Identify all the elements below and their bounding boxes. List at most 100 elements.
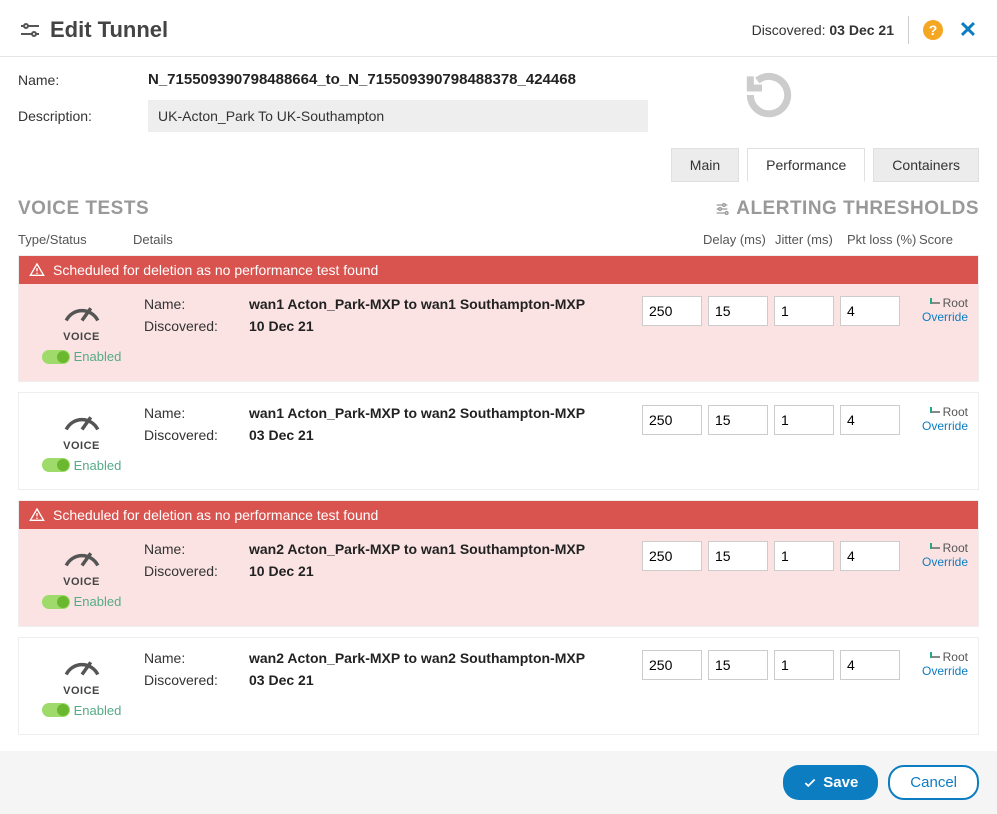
jitter-input[interactable] xyxy=(708,405,768,435)
col-score: Score xyxy=(919,232,979,247)
root-override: RootOverride xyxy=(910,405,968,433)
score-input[interactable] xyxy=(840,405,900,435)
vertical-divider xyxy=(908,16,909,44)
enabled-toggle[interactable]: Enabled xyxy=(42,703,122,718)
tunnel-settings-icon xyxy=(18,18,42,42)
score-input[interactable] xyxy=(840,541,900,571)
warning-banner: Scheduled for deletion as no performance… xyxy=(19,501,978,529)
test-name-label: Name: xyxy=(144,405,249,421)
sliders-icon xyxy=(714,201,730,217)
help-icon[interactable]: ? xyxy=(923,20,943,40)
voice-label: VOICE xyxy=(29,331,134,343)
description-input[interactable] xyxy=(148,100,648,132)
test-details: Name:wan2 Acton_Park-MXP to wan1 Southam… xyxy=(134,541,642,585)
pktloss-input[interactable] xyxy=(774,541,834,571)
delay-input[interactable] xyxy=(642,405,702,435)
override-link[interactable]: Override xyxy=(910,664,968,678)
delay-input[interactable] xyxy=(642,296,702,326)
warning-icon xyxy=(29,507,45,523)
test-block: VOICE Enabled Name:wan1 Acton_Park-MXP to … xyxy=(18,392,979,491)
alerting-title: ALERTING THRESHOLDS xyxy=(736,198,979,220)
pktloss-input[interactable] xyxy=(774,650,834,680)
undo-icon[interactable] xyxy=(741,67,797,123)
gauge-icon xyxy=(61,296,103,324)
voice-label: VOICE xyxy=(29,440,134,452)
test-discovered-value: 10 Dec 21 xyxy=(249,318,314,334)
root-icon xyxy=(930,298,940,308)
name-row: Name: N_715509390798488664_to_N_71550939… xyxy=(18,71,979,88)
name-value: N_715509390798488664_to_N_71550939079848… xyxy=(148,71,576,88)
enabled-toggle[interactable]: Enabled xyxy=(42,458,122,473)
enabled-label: Enabled xyxy=(74,458,122,473)
test-block: VOICEEnabledName:wan2 Acton_Park-MXP to … xyxy=(18,637,979,736)
tab-main[interactable]: Main xyxy=(671,148,739,182)
test-discovered-value: 03 Dec 21 xyxy=(249,672,314,688)
header-right: Discovered: 03 Dec 21 ? ✕ xyxy=(752,16,979,44)
test-thresholds: RootOverride xyxy=(642,296,968,326)
voice-tests-title: VOICE TESTS xyxy=(18,198,149,220)
test-type: VOICE Enabled xyxy=(29,405,134,478)
override-link[interactable]: Override xyxy=(910,310,968,324)
tab-containers[interactable]: Containers xyxy=(873,148,979,182)
root-label: Root xyxy=(910,650,968,664)
dialog-header: Edit Tunnel Discovered: 03 Dec 21 ? ✕ xyxy=(0,0,997,57)
test-block: Scheduled for deletion as no performance… xyxy=(18,500,979,627)
pktloss-input[interactable] xyxy=(774,405,834,435)
test-discovered-label: Discovered: xyxy=(144,427,249,443)
warning-icon xyxy=(29,262,45,278)
check-icon xyxy=(803,776,817,790)
test-body: VOICEEnabledName:wan2 Acton_Park-MXP to … xyxy=(19,638,978,735)
description-label: Description: xyxy=(18,108,148,124)
alerting-header: ALERTING THRESHOLDS xyxy=(714,198,979,220)
root-override: RootOverride xyxy=(910,650,968,678)
jitter-input[interactable] xyxy=(708,650,768,680)
tests-header: VOICE TESTS ALERTING THRESHOLDS xyxy=(0,182,997,226)
test-type: VOICE Enabled xyxy=(29,541,134,614)
test-discovered-value: 03 Dec 21 xyxy=(249,427,314,443)
close-icon[interactable]: ✕ xyxy=(957,19,979,41)
test-name-value: wan1 Acton_Park-MXP to wan2 Southampton-… xyxy=(249,405,585,421)
discovered-date: 03 Dec 21 xyxy=(829,22,894,38)
test-block: Scheduled for deletion as no performance… xyxy=(18,255,979,382)
tab-performance[interactable]: Performance xyxy=(747,148,865,182)
test-discovered-label: Discovered: xyxy=(144,318,249,334)
tabs: Main Performance Containers xyxy=(0,148,997,182)
delay-input[interactable] xyxy=(642,541,702,571)
toggle-icon xyxy=(42,350,70,364)
test-thresholds: RootOverride xyxy=(642,405,968,435)
jitter-input[interactable] xyxy=(708,541,768,571)
root-override: RootOverride xyxy=(910,296,968,324)
cancel-button[interactable]: Cancel xyxy=(888,765,979,800)
tests-container: Scheduled for deletion as no performance… xyxy=(0,255,997,735)
toggle-icon xyxy=(42,703,70,717)
enabled-toggle[interactable]: Enabled xyxy=(42,594,122,609)
warning-banner: Scheduled for deletion as no performance… xyxy=(19,256,978,284)
test-discovered-value: 10 Dec 21 xyxy=(249,563,314,579)
gauge-icon xyxy=(61,650,103,678)
jitter-input[interactable] xyxy=(708,296,768,326)
delay-input[interactable] xyxy=(642,650,702,680)
test-type: VOICE Enabled xyxy=(29,296,134,369)
enabled-label: Enabled xyxy=(74,594,122,609)
override-link[interactable]: Override xyxy=(910,555,968,569)
score-input[interactable] xyxy=(840,650,900,680)
test-details: Name:wan2 Acton_Park-MXP to wan2 Southam… xyxy=(134,650,642,694)
test-thresholds: RootOverride xyxy=(642,650,968,680)
voice-label: VOICE xyxy=(29,576,134,588)
test-details: Name:wan1 Acton_Park-MXP to wan2 Southam… xyxy=(134,405,642,449)
test-name-label: Name: xyxy=(144,296,249,312)
root-override: RootOverride xyxy=(910,541,968,569)
score-input[interactable] xyxy=(840,296,900,326)
pktloss-input[interactable] xyxy=(774,296,834,326)
test-name-label: Name: xyxy=(144,541,249,557)
test-name-value: wan1 Acton_Park-MXP to wan1 Southampton-… xyxy=(249,296,585,312)
save-button[interactable]: Save xyxy=(783,765,878,800)
col-delay: Delay (ms) xyxy=(703,232,775,247)
test-type: VOICEEnabled xyxy=(29,650,134,723)
root-label: Root xyxy=(910,296,968,310)
warning-text: Scheduled for deletion as no performance… xyxy=(53,507,378,523)
header-left: Edit Tunnel xyxy=(18,17,168,43)
override-link[interactable]: Override xyxy=(910,419,968,433)
enabled-toggle[interactable]: Enabled xyxy=(42,349,122,364)
dialog-footer: Save Cancel xyxy=(0,751,997,814)
